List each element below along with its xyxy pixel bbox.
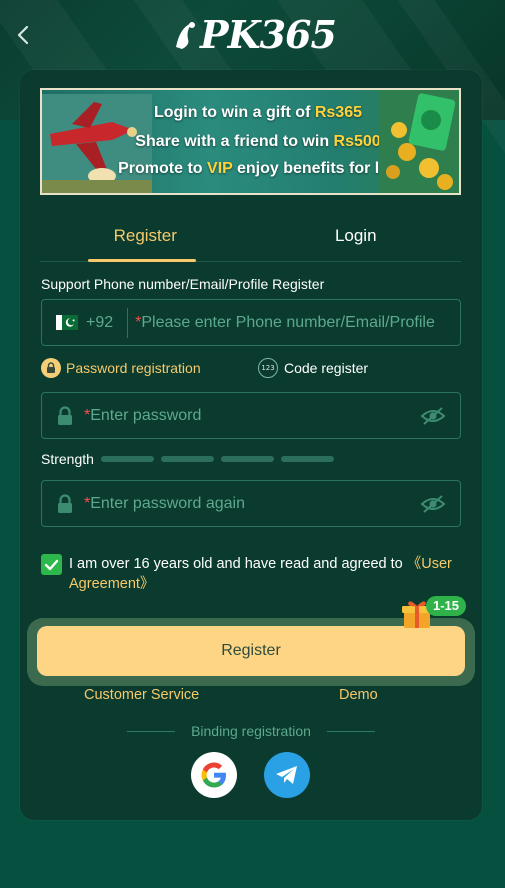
eye-off-icon[interactable] xyxy=(420,494,446,514)
banner-line-3: Promote to VIP enjoy benefits for life xyxy=(118,160,398,177)
confirm-password-input[interactable]: *Enter password again xyxy=(84,495,420,513)
promo-badge: 1-15 xyxy=(426,596,467,616)
register-button[interactable]: Register xyxy=(37,626,465,676)
binding-registration: Binding registration xyxy=(127,722,375,740)
promo-banner[interactable]: Login to win a gift of Rs365 Share with … xyxy=(40,88,461,195)
lock-icon xyxy=(58,405,72,425)
divider-line xyxy=(326,730,375,732)
registration-options: Password registration 123 Code register xyxy=(41,358,461,380)
lock-badge-icon xyxy=(41,358,61,378)
strength-bar xyxy=(160,456,214,462)
agreement-row: I am over 16 years old and have read and… xyxy=(41,554,461,594)
coins-icon xyxy=(379,90,459,193)
google-login-button[interactable] xyxy=(191,752,237,798)
customer-service-link[interactable]: Customer Service xyxy=(84,687,199,703)
tab-register[interactable]: Register xyxy=(40,210,251,262)
password-input[interactable]: *Enter password xyxy=(84,407,420,425)
tab-login[interactable]: Login xyxy=(251,210,462,261)
logo-text: PK365 xyxy=(200,12,337,57)
google-icon xyxy=(201,762,226,788)
password-registration-option[interactable]: Password registration xyxy=(41,358,201,378)
app-logo: PK365 xyxy=(172,12,337,58)
eye-off-icon[interactable] xyxy=(420,406,446,426)
chevron-left-icon xyxy=(17,25,29,45)
pakistan-flag-icon[interactable] xyxy=(56,315,78,330)
strength-bar xyxy=(100,456,154,462)
checkmark-icon xyxy=(44,559,59,570)
banner-line-2: Share with a friend to win Rs500 xyxy=(135,133,381,150)
confirm-password-field[interactable]: *Enter password again xyxy=(41,480,461,527)
code-123-icon: 123 xyxy=(258,358,278,378)
strength-bar xyxy=(280,456,334,462)
strength-bar xyxy=(220,456,274,462)
password-field[interactable]: *Enter password xyxy=(41,392,461,439)
agreement-checkbox[interactable] xyxy=(41,554,62,575)
divider-line xyxy=(127,730,175,732)
tab-active-indicator xyxy=(88,259,196,262)
password-strength: Strength xyxy=(41,451,334,467)
back-button[interactable] xyxy=(10,22,36,48)
telegram-login-button[interactable] xyxy=(264,752,310,798)
field-divider xyxy=(127,307,129,338)
lock-icon xyxy=(58,493,72,513)
logo-emblem-icon xyxy=(176,22,195,49)
dial-code[interactable]: +92 xyxy=(86,314,113,332)
phone-email-field[interactable]: +92 *Please enter Phone number/Email/Pro… xyxy=(41,299,461,346)
code-register-option[interactable]: 123 Code register xyxy=(258,358,368,378)
phone-email-input[interactable]: *Please enter Phone number/Email/Profile xyxy=(135,314,439,332)
auth-tabs: Register Login xyxy=(40,210,461,262)
footer-links: Customer Service Demo xyxy=(0,687,505,707)
demo-link[interactable]: Demo xyxy=(339,687,378,703)
binding-label: Binding registration xyxy=(191,723,311,739)
support-text: Support Phone number/Email/Profile Regis… xyxy=(41,276,325,292)
telegram-icon xyxy=(276,766,297,784)
strength-label: Strength xyxy=(41,451,94,467)
agreement-text: I am over 16 years old and have read and… xyxy=(69,556,452,592)
banner-line-1: Login to win a gift of Rs365 xyxy=(153,104,362,121)
